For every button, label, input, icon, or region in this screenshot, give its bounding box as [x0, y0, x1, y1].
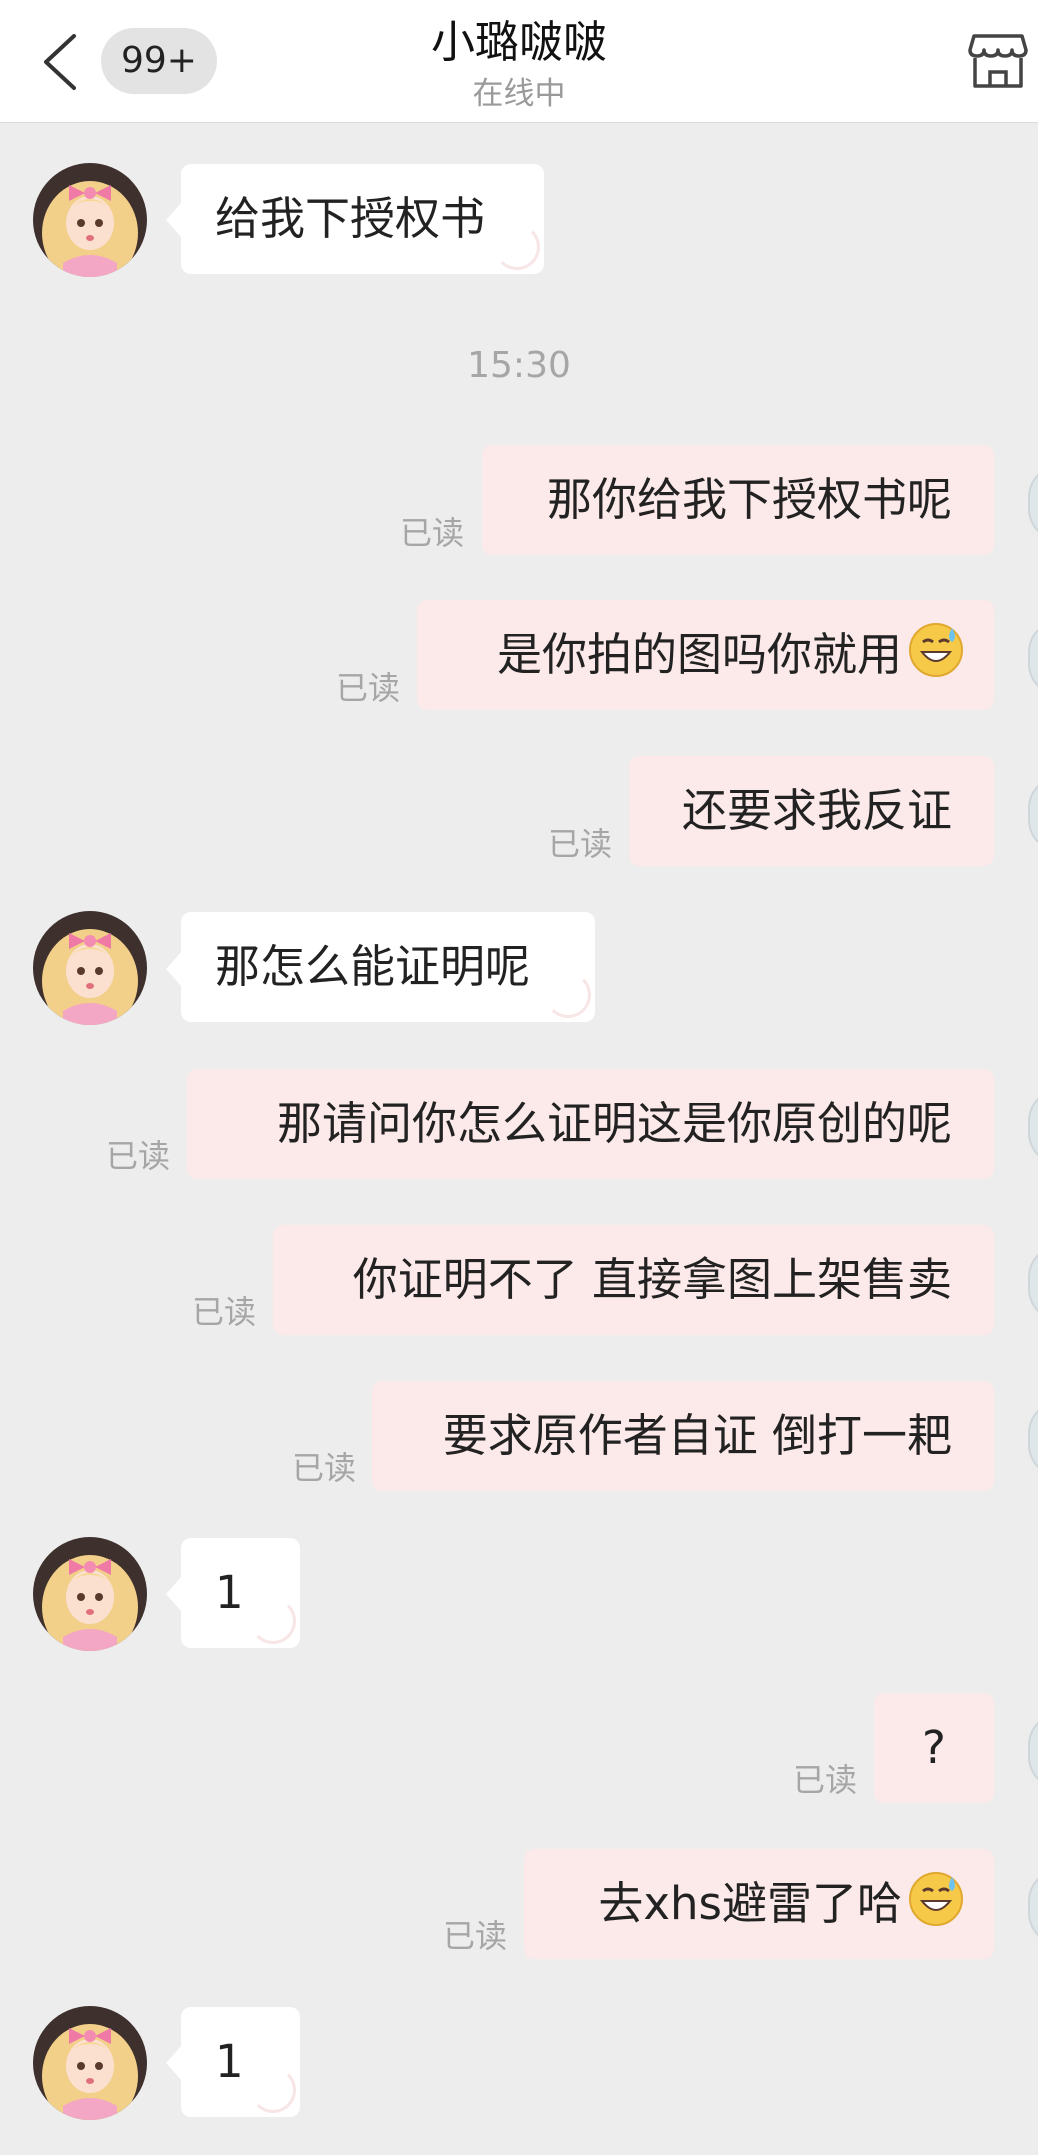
contact-avatar[interactable]: [33, 2006, 147, 2120]
message-timestamp: 15:30: [467, 345, 571, 386]
my-avatar: [1028, 465, 1038, 541]
bubble-tail: [166, 202, 182, 238]
message-bubble-outgoing[interactable]: 去xhs避雷了哈: [524, 1849, 994, 1959]
contact-avatar[interactable]: [33, 163, 147, 277]
my-avatar: [1028, 1089, 1038, 1165]
my-avatar: [1028, 620, 1038, 696]
grinning-sweat-emoji: [908, 1871, 964, 1927]
contact-avatar[interactable]: [33, 1537, 147, 1651]
read-status: 已读: [443, 1917, 508, 1955]
bubble-tail: [166, 951, 182, 987]
message-bubble-outgoing[interactable]: 是你拍的图吗你就用: [417, 600, 994, 710]
grinning-sweat-emoji: [908, 622, 964, 678]
my-avatar: [1028, 1869, 1038, 1945]
my-avatar: [1028, 1401, 1038, 1477]
read-status: 已读: [192, 1293, 257, 1331]
bubble-tail: [166, 1576, 182, 1612]
message-bubble-outgoing[interactable]: 要求原作者自证 倒打一耙: [372, 1381, 994, 1491]
message-text: 那怎么能证明呢: [215, 940, 531, 993]
storefront-icon[interactable]: [968, 32, 1028, 90]
read-status: 已读: [548, 825, 613, 863]
message-text: 你证明不了 直接拿图上架售卖: [352, 1253, 952, 1306]
message-text: 去xhs避雷了哈: [598, 1877, 902, 1930]
message-bubble-incoming[interactable]: 那怎么能证明呢: [181, 912, 595, 1022]
contact-name: 小璐啵啵: [431, 17, 607, 68]
read-status: 已读: [292, 1449, 357, 1487]
message-bubble-incoming[interactable]: 给我下授权书: [181, 164, 544, 274]
my-avatar: [1028, 776, 1038, 852]
read-status: 已读: [793, 1761, 858, 1799]
message-bubble-outgoing[interactable]: 那请问你怎么证明这是你原创的呢: [187, 1069, 994, 1179]
read-status: 已读: [400, 514, 465, 552]
chat-header: 99+ 小璐啵啵 在线中: [0, 0, 1038, 123]
read-status: 已读: [106, 1137, 171, 1175]
message-text: 是你拍的图吗你就用: [496, 628, 902, 681]
bubble-tail: [166, 2045, 182, 2081]
my-avatar: [1028, 1713, 1038, 1789]
message-bubble-incoming[interactable]: 1: [181, 1538, 300, 1648]
message-bubble-outgoing[interactable]: ?: [874, 1693, 994, 1803]
message-text: 给我下授权书: [215, 192, 486, 245]
message-text: 那请问你怎么证明这是你原创的呢: [276, 1097, 952, 1150]
message-text: 还要求我反证: [681, 784, 952, 837]
my-avatar: [1028, 1245, 1038, 1321]
message-bubble-outgoing[interactable]: 还要求我反证: [629, 756, 994, 866]
message-bubble-outgoing[interactable]: 你证明不了 直接拿图上架售卖: [273, 1225, 994, 1335]
message-text: 1: [215, 1566, 244, 1619]
message-bubble-incoming[interactable]: 1: [181, 2007, 300, 2117]
message-text: ?: [922, 1721, 946, 1774]
online-status: 在线中: [472, 76, 566, 112]
message-text: 1: [215, 2035, 244, 2088]
message-text: 那你给我下授权书呢: [546, 473, 952, 526]
read-status: 已读: [336, 669, 401, 707]
message-text: 要求原作者自证 倒打一耙: [442, 1409, 952, 1462]
message-bubble-outgoing[interactable]: 那你给我下授权书呢: [482, 445, 994, 555]
contact-avatar[interactable]: [33, 911, 147, 1025]
